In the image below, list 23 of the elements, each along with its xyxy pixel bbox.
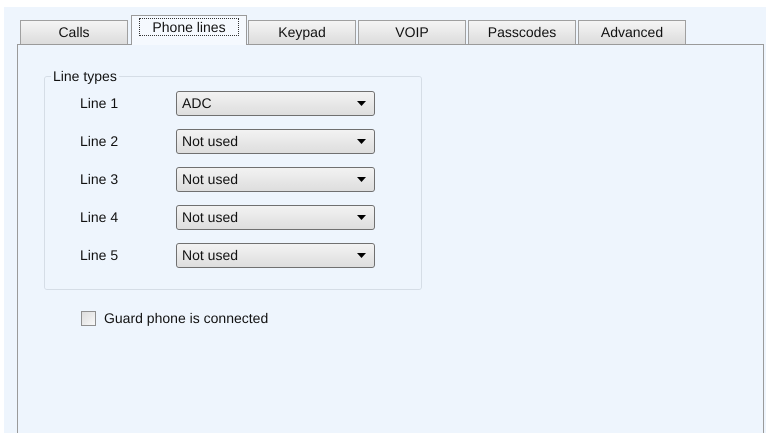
line-type-dropdown[interactable]: Not used (176, 243, 375, 268)
line-type-dropdown[interactable]: Not used (176, 205, 375, 230)
caret-icon (357, 215, 366, 220)
tab[interactable]: Phone lines (131, 15, 247, 45)
tab[interactable]: VOIP (358, 20, 466, 44)
line-label: Line 5 (80, 246, 120, 265)
tab[interactable]: Advanced (578, 20, 686, 44)
line-type-dropdown[interactable]: Not used (176, 129, 375, 154)
line-label: Line 2 (80, 132, 120, 151)
checkbox-label: Guard phone is connected (104, 309, 268, 328)
tab[interactable]: Calls (20, 20, 128, 44)
caret-icon (357, 139, 366, 144)
caret-icon (357, 177, 366, 182)
tab[interactable]: Keypad (248, 20, 356, 44)
line-label: Line 3 (80, 170, 120, 189)
line-type-dropdown[interactable]: ADC (176, 91, 375, 116)
line-type-dropdown[interactable]: Not used (176, 167, 375, 192)
tab[interactable]: Passcodes (468, 20, 576, 44)
line-label: Line 4 (80, 208, 120, 227)
checkbox[interactable] (81, 311, 96, 326)
line-label: Line 1 (80, 94, 120, 113)
caret-icon (357, 101, 366, 106)
caret-icon (357, 253, 366, 258)
